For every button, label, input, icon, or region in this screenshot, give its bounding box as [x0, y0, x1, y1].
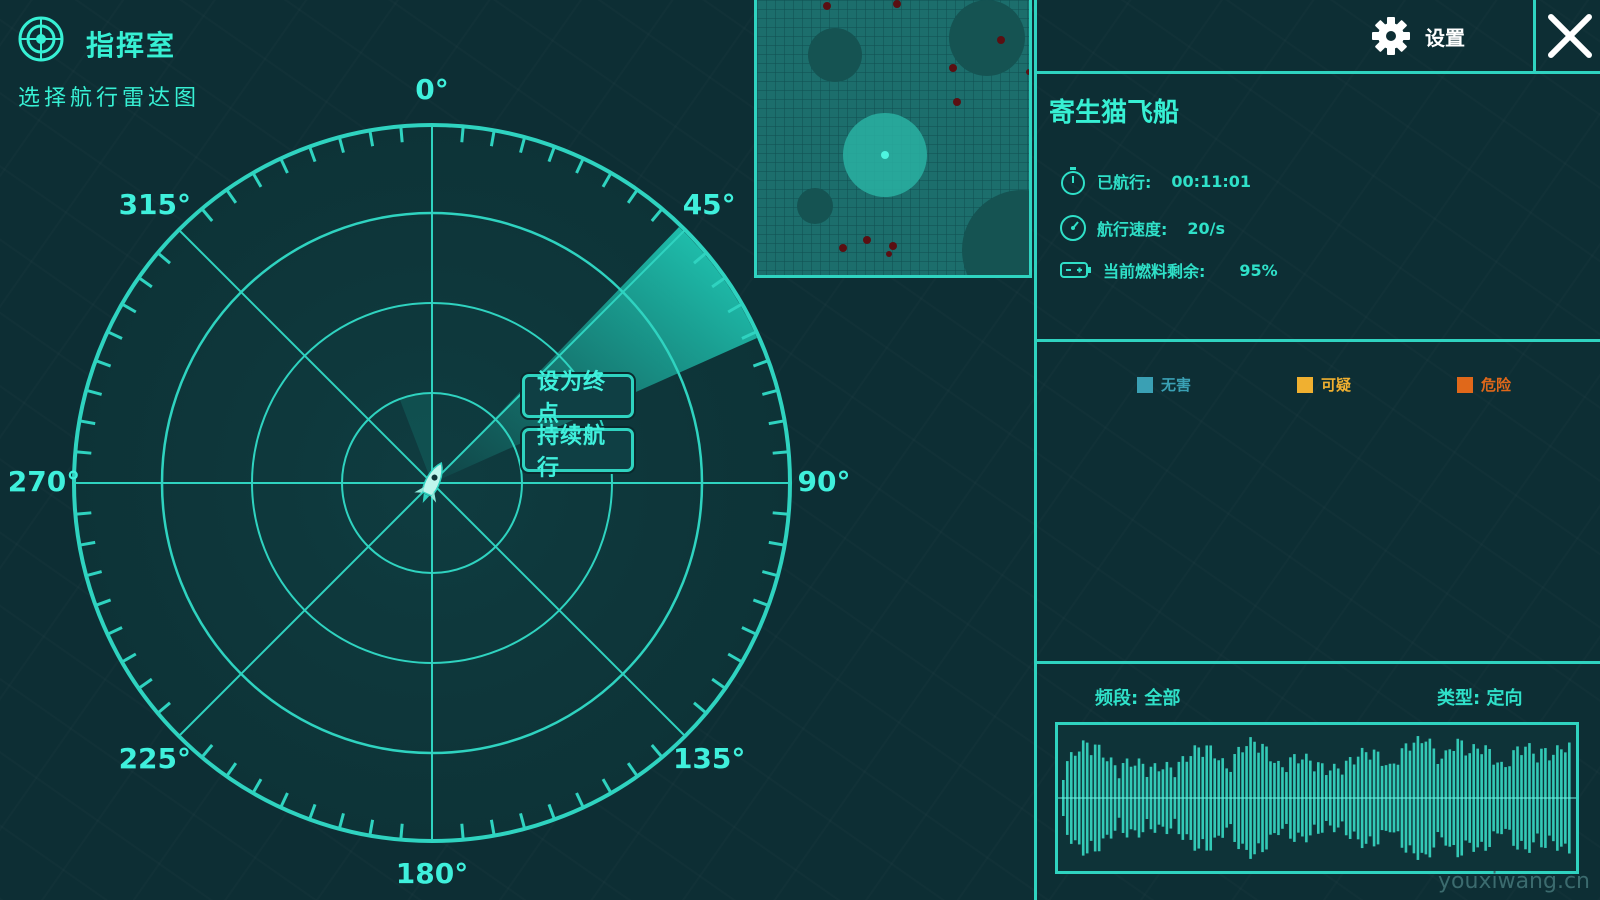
set-destination-button[interactable]: 设为终点 — [522, 370, 634, 427]
legend-item-danger: 危险 — [1457, 374, 1511, 395]
degree-label: 180° — [396, 857, 468, 890]
fuel-stat: 当前燃料剩余: 95% — [1059, 258, 1278, 282]
degree-label: 270° — [8, 465, 80, 498]
settings-button[interactable]: 设置 — [1371, 14, 1465, 58]
radar-tick — [75, 450, 92, 455]
waveform-graph — [1058, 736, 1576, 860]
legend-label: 无害 — [1161, 376, 1192, 394]
fuel-label: 当前燃料剩余: — [1103, 262, 1206, 281]
radar-tick — [772, 511, 789, 516]
legend-swatch — [1137, 376, 1153, 393]
planet-icon — [808, 28, 862, 82]
minimap[interactable] — [754, 0, 1032, 278]
close-button[interactable] — [1533, 0, 1600, 72]
degree-label: 90° — [798, 465, 851, 498]
legend-swatch — [1457, 376, 1473, 393]
speed-stat: 航行速度: 20/s — [1059, 214, 1225, 242]
degree-label: 0° — [415, 73, 448, 106]
speed-value: 20/s — [1187, 218, 1226, 238]
radar-tick — [399, 823, 404, 840]
gear-icon — [1372, 17, 1410, 55]
stopwatch-icon — [1061, 167, 1085, 195]
radar-display[interactable]: 0° 45° 90° 135° 180° 225° 270° 315° — [0, 70, 870, 900]
fuel-value: 95% — [1239, 260, 1278, 280]
continue-sailing-button[interactable]: 持续航行 — [522, 424, 634, 481]
settings-label: 设置 — [1425, 25, 1465, 50]
ship-name: 寄生猫飞船 — [1049, 98, 1180, 128]
radar-tick — [460, 126, 465, 143]
elapsed-label: 已航行: — [1097, 173, 1152, 192]
legend-item-harmless: 无害 — [1137, 374, 1191, 395]
degree-label: 45° — [683, 188, 736, 221]
radar-tick — [460, 823, 465, 840]
minimap-view — [757, 0, 1029, 275]
band-filter[interactable]: 频段: 全部 — [1095, 684, 1180, 710]
legend-label: 危险 — [1481, 376, 1512, 394]
info-panel: 设置 寄生猫飞船 已航行: 00:11:01 航行速度: 20/s 当前燃料剩余… — [1034, 0, 1600, 900]
planet-icon — [949, 0, 1025, 76]
legend-item-suspicious: 可疑 — [1297, 374, 1351, 395]
close-icon — [1547, 14, 1592, 58]
degree-label: 315° — [119, 188, 191, 221]
threat-legend: 无害 可疑 危险 — [1037, 342, 1600, 664]
speedometer-icon — [1060, 215, 1086, 241]
speed-label: 航行速度: — [1097, 220, 1168, 239]
legend-swatch — [1297, 376, 1313, 393]
elapsed-stat: 已航行: 00:11:01 — [1059, 166, 1251, 196]
degree-label: 225° — [119, 742, 191, 775]
elapsed-value: 00:11:01 — [1171, 171, 1251, 191]
signal-waveform — [1055, 722, 1579, 874]
signal-section: 频段: 全部 类型: 定向 — [1037, 664, 1600, 900]
legend-label: 可疑 — [1321, 376, 1352, 394]
watermark: youxiwang.cn — [1438, 869, 1590, 894]
planet-icon — [797, 188, 833, 224]
page-title: 指挥室 — [86, 29, 177, 62]
top-bar: 设置 — [1037, 0, 1600, 74]
radar-tick — [772, 450, 789, 455]
ship-info: 寄生猫飞船 已航行: 00:11:01 航行速度: 20/s 当前燃料剩余: 9… — [1037, 74, 1600, 342]
radar-logo-icon — [18, 16, 64, 62]
player-position-marker — [881, 151, 889, 159]
radar-tick — [75, 511, 92, 516]
type-filter[interactable]: 类型: 定向 — [1437, 684, 1522, 710]
radar-tick — [399, 126, 404, 143]
battery-icon — [1060, 262, 1091, 278]
degree-label: 135° — [673, 742, 745, 775]
